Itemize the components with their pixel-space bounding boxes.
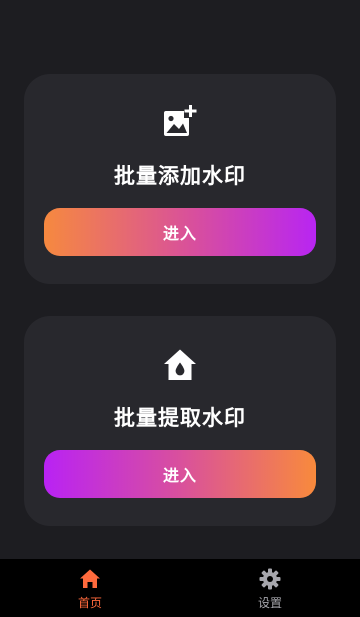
nav-label-home: 首页 <box>77 596 102 610</box>
home-drop-icon <box>164 349 196 380</box>
nav-label-settings: 设置 <box>257 596 282 610</box>
extract-watermark-card: 批量提取水印 进入 <box>24 316 336 526</box>
nav-item-settings[interactable]: 设置 <box>180 559 360 617</box>
extract-watermark-title: 批量提取水印 <box>114 406 246 430</box>
add-watermark-enter-button[interactable]: 进入 <box>44 208 316 256</box>
nav-item-home[interactable]: 首页 <box>0 559 180 617</box>
add-watermark-title: 批量添加水印 <box>114 164 246 188</box>
add-image-icon <box>164 104 197 136</box>
extract-watermark-enter-button[interactable]: 进入 <box>44 450 316 498</box>
add-watermark-card: 批量添加水印 进入 <box>24 74 336 284</box>
bottom-nav: 首页 设置 <box>0 559 360 617</box>
gear-icon <box>259 568 281 590</box>
home-icon <box>80 569 100 588</box>
